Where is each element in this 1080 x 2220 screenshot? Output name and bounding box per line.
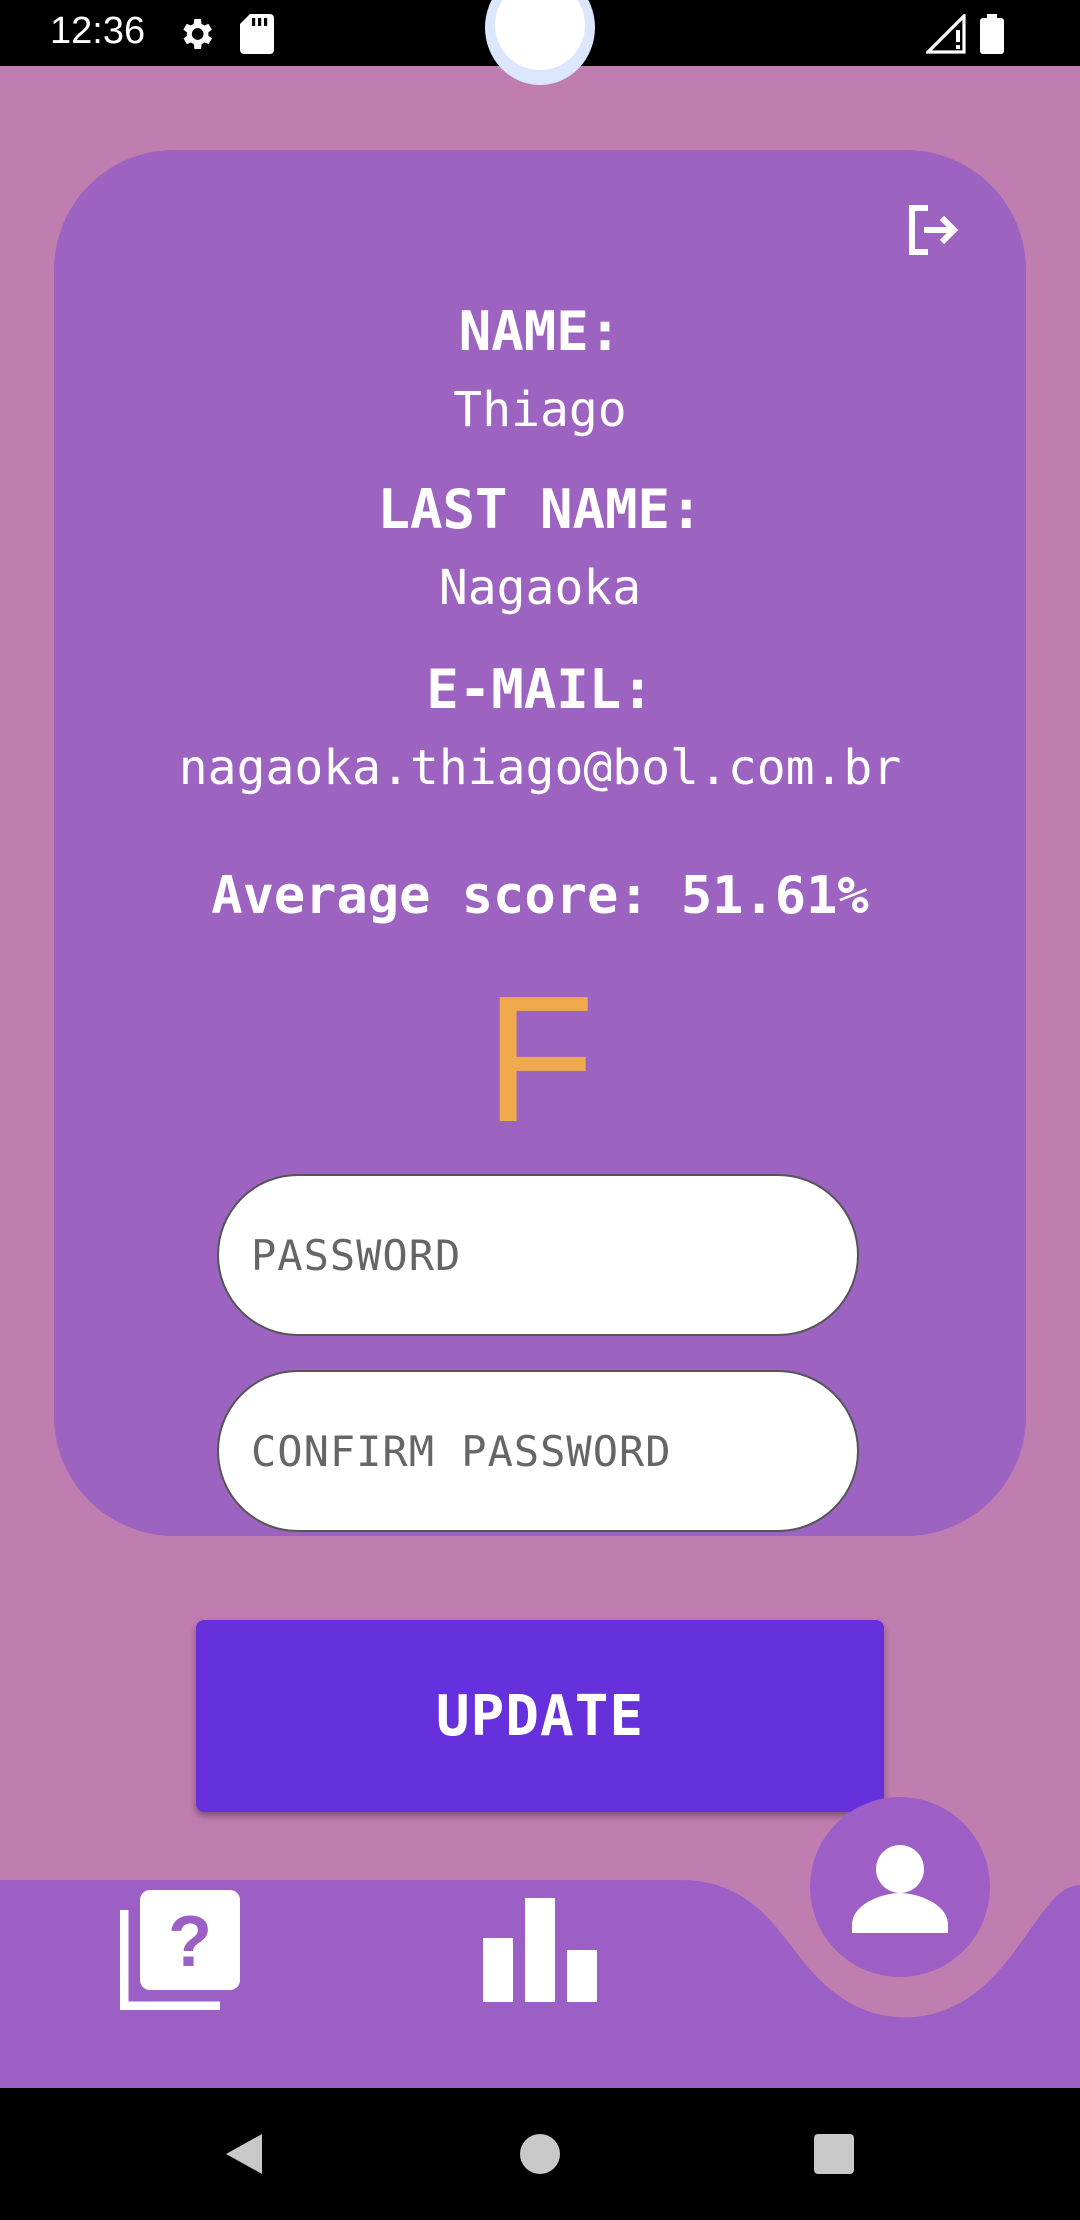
email-label: E-MAIL: <box>426 658 654 721</box>
grade-letter: F <box>485 959 595 1160</box>
update-button[interactable]: UPDATE <box>196 1620 884 1812</box>
svg-text:?: ? <box>168 1902 212 1982</box>
confirm-password-input[interactable]: CONFIRM PASSWORD <box>217 1370 859 1532</box>
status-time: 12:36 <box>50 10 146 52</box>
last-name-label: LAST NAME: <box>377 478 703 541</box>
person-icon <box>852 1845 948 1933</box>
password-input[interactable]: PASSWORD <box>217 1174 859 1336</box>
battery-icon <box>980 14 1004 54</box>
sd-card-icon <box>240 14 274 54</box>
average-score: Average score: 51.61% <box>211 866 869 926</box>
recents-icon[interactable] <box>814 2134 854 2174</box>
name-label: NAME: <box>458 300 622 363</box>
avatar <box>485 0 595 85</box>
signal-icon <box>926 14 966 54</box>
system-navigation-bar <box>0 2088 1080 2220</box>
settings-icon <box>183 19 212 49</box>
home-icon[interactable] <box>518 2132 562 2176</box>
profile-card: NAME: Thiago LAST NAME: Nagaoka E-MAIL: … <box>54 150 1026 1536</box>
back-icon[interactable] <box>222 2130 266 2178</box>
email-value: nagaoka.thiago@bol.com.br <box>178 740 902 796</box>
quiz-icon[interactable]: ? <box>120 1890 240 2010</box>
nav-profile-button[interactable] <box>810 1797 990 1977</box>
logout-icon[interactable] <box>904 202 960 258</box>
name-value: Thiago <box>453 382 627 438</box>
last-name-value: Nagaoka <box>438 560 642 616</box>
bar-chart-icon[interactable] <box>480 1898 600 2002</box>
